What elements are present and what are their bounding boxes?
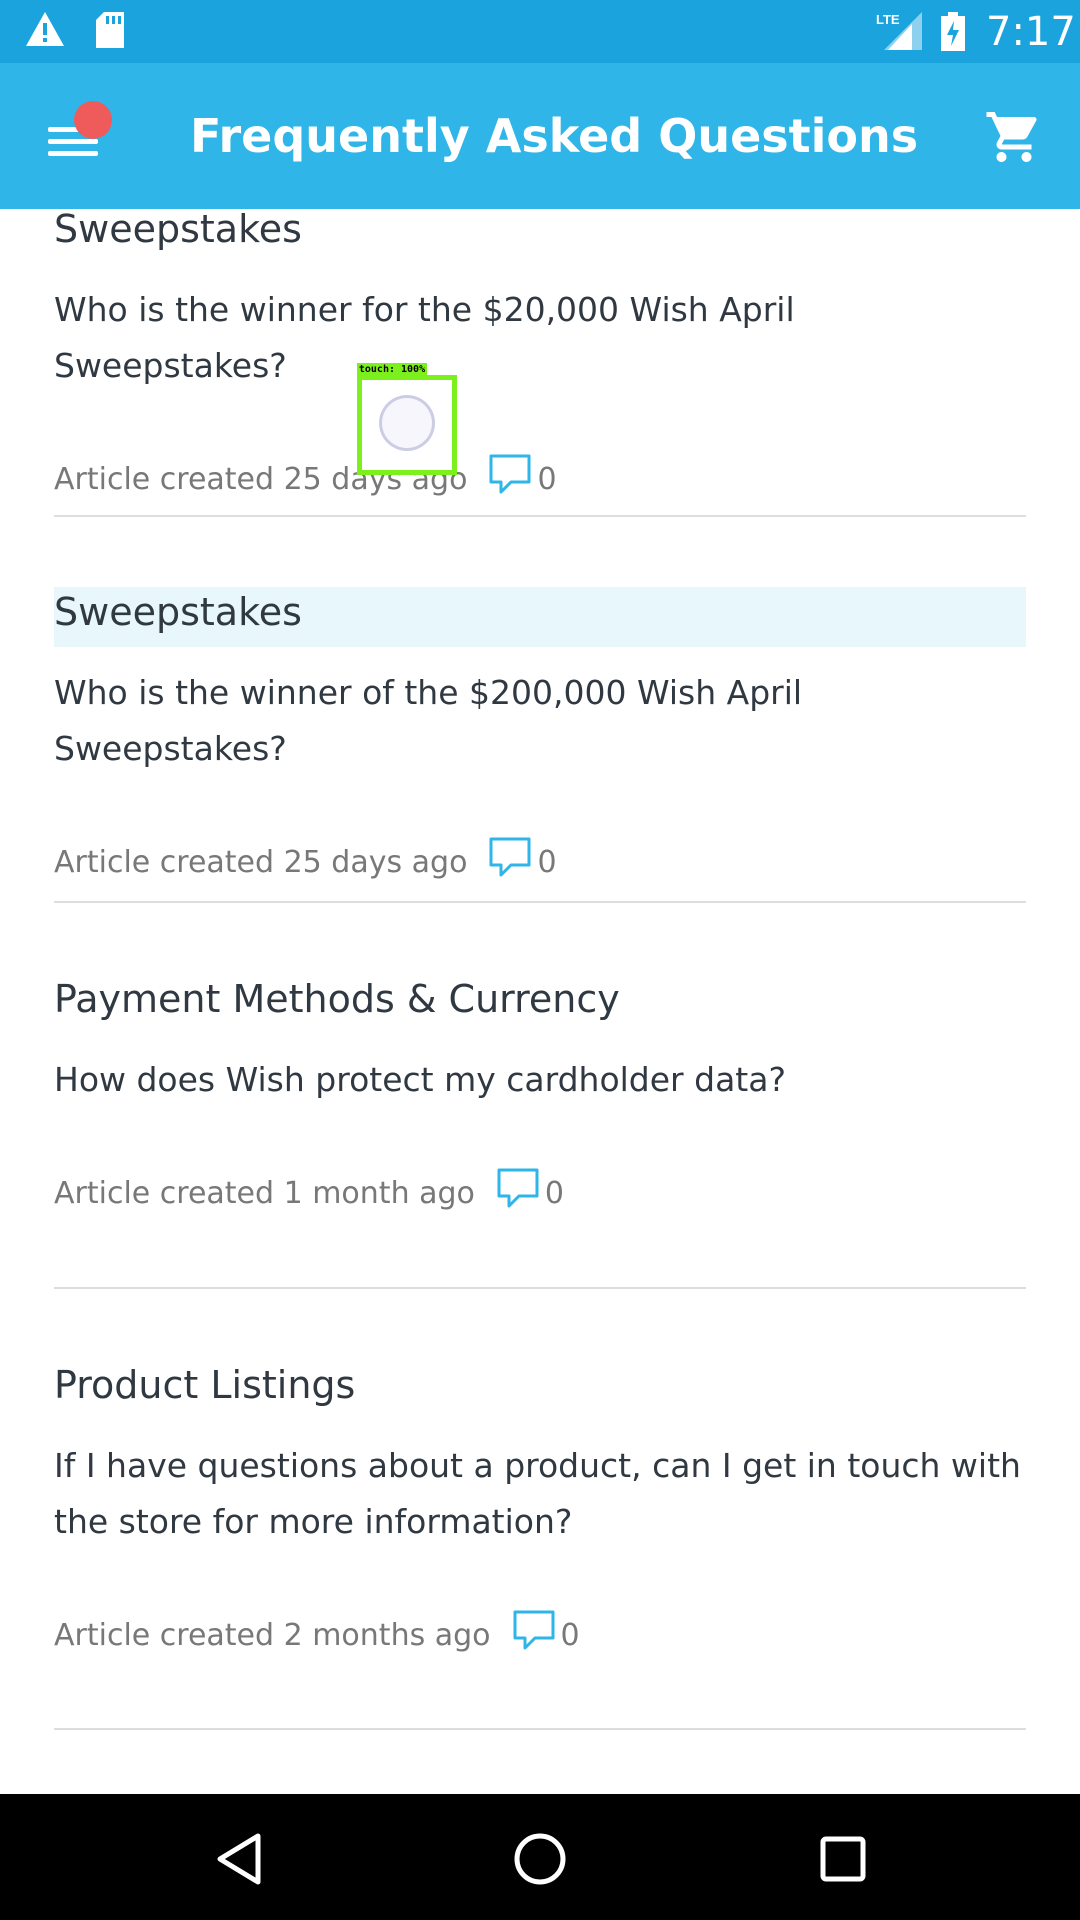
lte-signal-icon: LTE — [876, 12, 922, 50]
sd-card-icon — [96, 12, 124, 48]
navigation-bar — [0, 1794, 1080, 1920]
network-label: LTE — [876, 12, 900, 27]
home-icon — [514, 1833, 566, 1885]
article-category: Sweepstakes — [54, 209, 302, 251]
clock: 7:17 — [986, 9, 1076, 55]
comment-icon — [513, 1610, 555, 1661]
article-created: Article created 25 days ago — [54, 844, 468, 880]
faq-list: Sweepstakes Who is the winner for the $2… — [0, 209, 1080, 1794]
article-question[interactable]: If I have questions about a product, can… — [54, 1438, 1026, 1550]
page-title: Frequently Asked Questions — [190, 109, 919, 163]
back-button[interactable] — [206, 1824, 276, 1894]
notification-dot — [74, 101, 112, 139]
warning-icon — [26, 12, 64, 46]
app-bar: Frequently Asked Questions — [0, 63, 1080, 209]
comment-count: 0 — [560, 1617, 580, 1653]
article-created: Article created 1 month ago — [54, 1175, 475, 1211]
divider — [54, 901, 1026, 903]
recents-icon — [820, 1836, 866, 1882]
battery-charging-icon — [941, 12, 965, 51]
article-meta: Article created 25 days ago 0 — [54, 837, 1026, 888]
article-meta: Article created 2 months ago 0 — [54, 1610, 1026, 1661]
menu-button[interactable] — [46, 101, 116, 171]
back-icon — [217, 1833, 261, 1885]
article-question[interactable]: Who is the winner for the $20,000 Wish A… — [54, 282, 1026, 394]
comment-icon — [489, 454, 531, 505]
article-item[interactable]: Sweepstakes Who is the winner of the $20… — [54, 587, 1026, 888]
touch-ripple — [379, 395, 435, 451]
comment-count: 0 — [544, 1175, 564, 1211]
article-question[interactable]: How does Wish protect my cardholder data… — [54, 1052, 1026, 1108]
cart-button[interactable] — [984, 107, 1044, 167]
home-button[interactable] — [505, 1824, 575, 1894]
article-item[interactable]: Product Listings If I have questions abo… — [54, 1360, 1026, 1661]
article-category: Sweepstakes — [54, 587, 1026, 647]
comment-count: 0 — [537, 844, 557, 880]
divider — [54, 1287, 1026, 1289]
article-meta: Article created 25 days ago 0 — [54, 454, 1026, 505]
article-item[interactable]: Payment Methods & Currency How does Wish… — [54, 974, 1026, 1219]
comment-icon — [497, 1168, 539, 1219]
recents-button[interactable] — [808, 1824, 878, 1894]
article-question[interactable]: Who is the winner of the $200,000 Wish A… — [54, 665, 1026, 777]
divider — [54, 515, 1026, 517]
article-created: Article created 2 months ago — [54, 1617, 491, 1653]
article-item[interactable]: Sweepstakes Who is the winner for the $2… — [54, 209, 1026, 505]
article-category: Payment Methods & Currency — [54, 977, 620, 1021]
article-meta: Article created 1 month ago 0 — [54, 1168, 1026, 1219]
comment-count: 0 — [537, 461, 557, 497]
comment-icon — [489, 837, 531, 888]
divider — [54, 1728, 1026, 1730]
cart-icon — [986, 112, 1037, 162]
article-category: Product Listings — [54, 1363, 356, 1407]
status-bar: LTE 7:17 — [0, 0, 1080, 63]
